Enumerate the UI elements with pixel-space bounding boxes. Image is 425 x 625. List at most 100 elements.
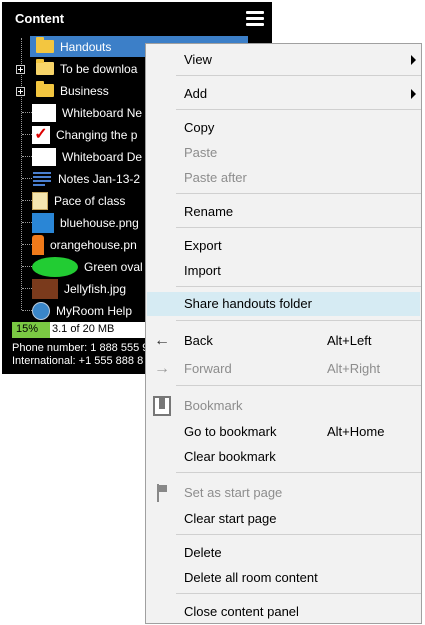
tree-item-label: Notes Jan-13-2 (58, 171, 141, 186)
back-arrow-icon: ← (154, 332, 170, 349)
checkmark-icon: ✓ (32, 125, 50, 144)
menu-item-rename[interactable]: Rename (147, 200, 420, 224)
menu-separator (176, 534, 421, 535)
menu-item-add[interactable]: Add (147, 82, 420, 106)
menu-shortcut: Alt+Home (327, 424, 385, 439)
menu-item-view[interactable]: View (147, 48, 420, 72)
menu-separator (176, 193, 421, 194)
menu-item-label: Share handouts folder (184, 296, 312, 311)
menu-item-set-start-page[interactable]: Set as start page (147, 481, 420, 505)
menu-shortcut: Alt+Right (327, 361, 381, 376)
tree-item-label: Business (60, 83, 109, 98)
menu-item-share-handouts[interactable]: Share handouts folder (147, 292, 420, 316)
expand-toggle-icon[interactable] (16, 87, 25, 96)
menu-item-clear-bookmark[interactable]: Clear bookmark (147, 445, 420, 469)
tree-item-bluehouse[interactable]: bluehouse.png (32, 212, 148, 233)
menu-item-label: Bookmark (184, 398, 243, 413)
international-number: International: +1 555 888 8 (12, 355, 144, 367)
hamburger-menu-icon[interactable] (246, 11, 264, 27)
orange-house-image-icon (32, 234, 44, 255)
document-icon (32, 191, 48, 210)
quota-percent: 15% (16, 323, 39, 335)
menu-separator (176, 385, 421, 386)
tree-item-label: Whiteboard De (62, 149, 143, 164)
menu-item-label: Delete (184, 545, 222, 560)
menu-item-label: Clear bookmark (184, 449, 276, 464)
menu-separator (176, 286, 421, 287)
menu-item-paste[interactable]: Paste (147, 141, 420, 165)
tree-item-label: MyRoom Help (56, 303, 133, 318)
panel-header: Content (2, 2, 272, 34)
globe-icon (32, 301, 50, 320)
menu-item-label: Clear start page (184, 511, 277, 526)
tree-item-orangehouse[interactable]: orangehouse.pn (32, 234, 148, 255)
menu-item-export[interactable]: Export (147, 234, 420, 258)
tree-item-pace-of-class[interactable]: Pace of class (32, 190, 148, 211)
context-menu: View Add Copy Paste Paste after Rename E… (145, 43, 422, 624)
notes-icon (32, 170, 52, 188)
menu-item-go-to-bookmark[interactable]: Go to bookmark Alt+Home (147, 420, 420, 444)
submenu-arrow-icon (411, 89, 416, 99)
jellyfish-image-icon (32, 278, 58, 299)
menu-item-label: View (184, 52, 212, 67)
menu-separator (176, 593, 421, 594)
menu-item-label: Copy (184, 120, 215, 135)
menu-separator (176, 472, 421, 473)
tree-connector (21, 38, 22, 310)
menu-item-label: Export (184, 238, 222, 253)
tree-item-label: Green oval (84, 259, 143, 274)
menu-separator (176, 320, 421, 321)
whiteboard-page-icon (32, 147, 56, 166)
folder-icon (36, 37, 54, 53)
quota-usage: 3.1 of 20 MB (52, 323, 115, 335)
folder-open-icon (36, 59, 54, 75)
menu-item-label: Back (184, 333, 213, 348)
tree-item-whiteboard-de[interactable]: Whiteboard De (32, 146, 148, 167)
tree-item-label: bluehouse.png (60, 215, 139, 230)
menu-separator (176, 227, 421, 228)
blue-house-image-icon (32, 212, 54, 233)
menu-item-close-content-panel[interactable]: Close content panel (147, 600, 420, 624)
flag-icon (153, 483, 171, 503)
tree-item-label: Whiteboard Ne (62, 105, 143, 120)
expand-toggle-icon[interactable] (16, 65, 25, 74)
bookmark-icon (153, 396, 171, 416)
tree-item-whiteboard-ne[interactable]: Whiteboard Ne (32, 102, 148, 123)
panel-title: Content (15, 11, 65, 26)
menu-item-label: Forward (184, 361, 232, 376)
menu-item-label: Go to bookmark (184, 424, 277, 439)
menu-item-forward[interactable]: → Forward Alt+Right (147, 357, 420, 381)
tree-item-label: Handouts (60, 39, 112, 54)
menu-item-paste-after[interactable]: Paste after (147, 166, 420, 190)
menu-item-label: Delete all room content (184, 570, 318, 585)
tree-item-business[interactable]: Business (30, 80, 148, 101)
menu-item-delete-all[interactable]: Delete all room content (147, 566, 420, 590)
menu-item-label: Set as start page (184, 485, 283, 500)
menu-item-copy[interactable]: Copy (147, 116, 420, 140)
menu-item-back[interactable]: ← Back Alt+Left (147, 329, 420, 353)
menu-item-delete[interactable]: Delete (147, 541, 420, 565)
tree-item-notes[interactable]: Notes Jan-13-2 (32, 168, 148, 189)
tree-item-label: orangehouse.pn (50, 237, 137, 252)
tree-item-to-be-downloaded[interactable]: To be downloa (30, 58, 148, 79)
menu-shortcut: Alt+Left (327, 333, 372, 348)
forward-arrow-icon: → (154, 360, 170, 377)
tree-item-jellyfish[interactable]: Jellyfish.jpg (32, 278, 148, 299)
tree-item-changing[interactable]: ✓ Changing the p (32, 124, 148, 145)
phone-number: Phone number: 1 888 555 9 (12, 342, 149, 354)
menu-item-import[interactable]: Import (147, 259, 420, 283)
menu-item-clear-start-page[interactable]: Clear start page (147, 507, 420, 531)
tree-item-myroom-help[interactable]: MyRoom Help (32, 300, 148, 321)
menu-item-bookmark[interactable]: Bookmark (147, 394, 420, 418)
menu-item-label: Paste (184, 145, 218, 160)
tree-item-green-oval[interactable]: Green oval (32, 256, 148, 277)
tree-item-label: Jellyfish.jpg (64, 281, 127, 296)
whiteboard-page-icon (32, 103, 56, 122)
menu-separator (176, 109, 421, 110)
menu-item-label: Import (184, 263, 221, 278)
menu-item-label: Close content panel (184, 604, 299, 619)
tree-item-label: Pace of class (54, 193, 126, 208)
menu-item-label: Add (184, 86, 208, 101)
submenu-arrow-icon (411, 55, 416, 65)
menu-item-label: Paste after (184, 170, 247, 185)
